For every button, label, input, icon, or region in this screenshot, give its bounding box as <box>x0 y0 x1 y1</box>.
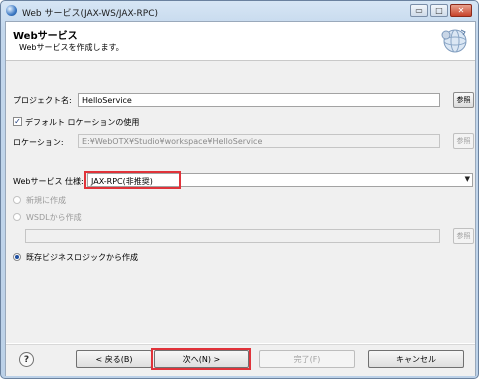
spec-label: Webサービス 仕様: <box>13 177 84 186</box>
banner-description: Webサービスを作成します。 <box>19 43 124 52</box>
radio-existing[interactable] <box>13 253 21 261</box>
window-controls: ▭ □ ✕ <box>408 4 472 17</box>
spec-highlight-box <box>84 171 181 189</box>
default-location-checkbox[interactable]: ✓ <box>13 117 22 126</box>
back-button[interactable]: < 戻る(B) <box>76 350 152 368</box>
default-location-label: デフォルト ロケーションの使用 <box>25 118 140 127</box>
eclipse-app-icon <box>6 5 17 16</box>
chevron-down-icon: ▼ <box>464 175 470 183</box>
dialog-client: Webサービス Webサービスを作成します。 プロジェクト名: HelloSer… <box>5 21 476 376</box>
location-label: ロケーション: <box>13 138 64 147</box>
wsdl-path-field[interactable] <box>25 229 440 243</box>
minimize-button[interactable]: ▭ <box>410 4 428 17</box>
wizard-window: Web サービス(JAX-WS/JAX-RPC) ▭ □ ✕ Webサービス W… <box>0 0 479 379</box>
wsdl-browse-button[interactable]: 参照 <box>453 228 474 244</box>
radio-wsdl-label: WSDLから作成 <box>26 213 82 222</box>
radio-wsdl[interactable] <box>13 213 21 221</box>
project-browse-button[interactable]: 参照 <box>453 92 474 108</box>
radio-new[interactable] <box>13 196 21 204</box>
location-field[interactable]: E:¥WebOTX¥Studio¥workspace¥HelloService <box>78 134 440 148</box>
cancel-button[interactable]: キャンセル <box>368 350 464 368</box>
project-name-field[interactable]: HelloService <box>78 93 440 107</box>
button-bar: ? < 戻る(B) 次へ(N) > 完了(F) キャンセル <box>6 344 475 376</box>
web-service-logo-icon <box>441 29 467 53</box>
radio-existing-label: 既存ビジネスロジックから作成 <box>26 253 138 262</box>
finish-button[interactable]: 完了(F) <box>259 350 355 368</box>
wizard-banner: Webサービス Webサービスを作成します。 <box>6 22 475 61</box>
title-bar[interactable]: Web サービス(JAX-WS/JAX-RPC) ▭ □ ✕ <box>1 1 478 21</box>
radio-new-label: 新規に作成 <box>26 196 66 205</box>
close-icon: ✕ <box>457 6 465 15</box>
close-button[interactable]: ✕ <box>450 4 472 17</box>
wizard-page: プロジェクト名: HelloService 参照 ✓ デフォルト ロケーションの… <box>6 61 475 343</box>
window-title: Web サービス(JAX-WS/JAX-RPC) <box>22 9 158 19</box>
maximize-button[interactable]: □ <box>430 4 448 17</box>
location-browse-button[interactable]: 参照 <box>453 133 474 149</box>
next-highlight-box <box>151 348 251 370</box>
help-button[interactable]: ? <box>19 352 34 367</box>
project-name-label: プロジェクト名: <box>13 96 72 105</box>
minimize-icon: ▭ <box>415 6 423 15</box>
banner-title: Webサービス <box>13 31 78 42</box>
maximize-icon: □ <box>435 6 443 15</box>
